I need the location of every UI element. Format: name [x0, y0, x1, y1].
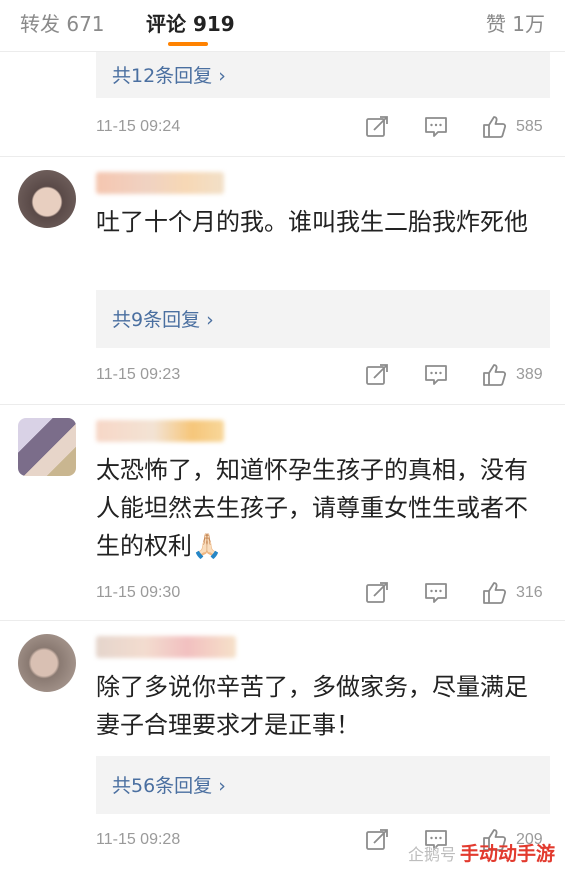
share-icon[interactable] [364, 580, 390, 606]
divider [0, 404, 565, 405]
view-replies-link[interactable]: 共12条回复 › [112, 61, 226, 88]
username-blurred[interactable] [96, 420, 224, 442]
comment-text: 吐了十个月的我。谁叫我生二胎我炸死他 [96, 208, 528, 236]
comment-icon[interactable] [423, 580, 449, 606]
comment-text: 除了多说你辛苦了，多做家务，尽量满足妻子合理要求才是正事！ [96, 673, 528, 739]
avatar[interactable] [18, 418, 76, 476]
view-replies-link[interactable]: 共56条回复 › [112, 771, 226, 798]
share-icon[interactable] [364, 827, 390, 853]
comment-meta: 11-15 09:24 585 [96, 114, 550, 144]
comment-tabs: 转发 671 评论 919 赞 1万 [0, 0, 565, 52]
watermark: 企鹅号 手动动手游 [408, 839, 555, 866]
like-count: 585 [516, 118, 543, 135]
comment-icon[interactable] [423, 362, 449, 388]
reply-summary-box[interactable]: 共12条回复 › [96, 52, 550, 98]
share-icon[interactable] [364, 114, 390, 140]
active-tab-indicator [168, 42, 208, 46]
divider [0, 156, 565, 157]
thumbs-up-icon[interactable] [482, 580, 508, 606]
like-count: 316 [516, 584, 543, 601]
comment-meta: 11-15 09:23 389 [96, 362, 550, 392]
comment-timestamp: 11-15 09:23 [96, 366, 181, 383]
comment-timestamp: 11-15 09:28 [96, 831, 181, 848]
thumbs-up-icon[interactable] [482, 114, 508, 140]
tab-comments[interactable]: 评论 919 [146, 8, 235, 37]
reply-summary-box[interactable]: 共56条回复 › [96, 756, 550, 814]
comment-meta: 11-15 09:30 316 [96, 580, 550, 610]
watermark-prefix: 企鹅号 [407, 845, 456, 864]
avatar[interactable] [18, 170, 76, 228]
tab-likes[interactable]: 赞 1万 [486, 8, 545, 37]
comment-icon[interactable] [423, 114, 449, 140]
thumbs-up-icon[interactable] [482, 362, 508, 388]
share-icon[interactable] [364, 362, 390, 388]
username-blurred[interactable] [96, 636, 236, 658]
reply-summary-box[interactable]: 共9条回复 › [96, 290, 550, 348]
view-replies-link[interactable]: 共9条回复 › [112, 305, 214, 332]
watermark-text: 手动动手游 [459, 843, 555, 865]
comment-timestamp: 11-15 09:24 [96, 118, 181, 135]
username-blurred[interactable] [96, 172, 224, 194]
comment-text: 太恐怖了，知道怀孕生孩子的真相，没有人能坦然去生孩子，请尊重女性生或者不生的权利… [96, 456, 528, 560]
divider [0, 620, 565, 621]
like-count: 389 [516, 366, 543, 383]
avatar[interactable] [18, 634, 76, 692]
tab-reposts[interactable]: 转发 671 [20, 8, 105, 37]
comment-timestamp: 11-15 09:30 [96, 584, 181, 601]
